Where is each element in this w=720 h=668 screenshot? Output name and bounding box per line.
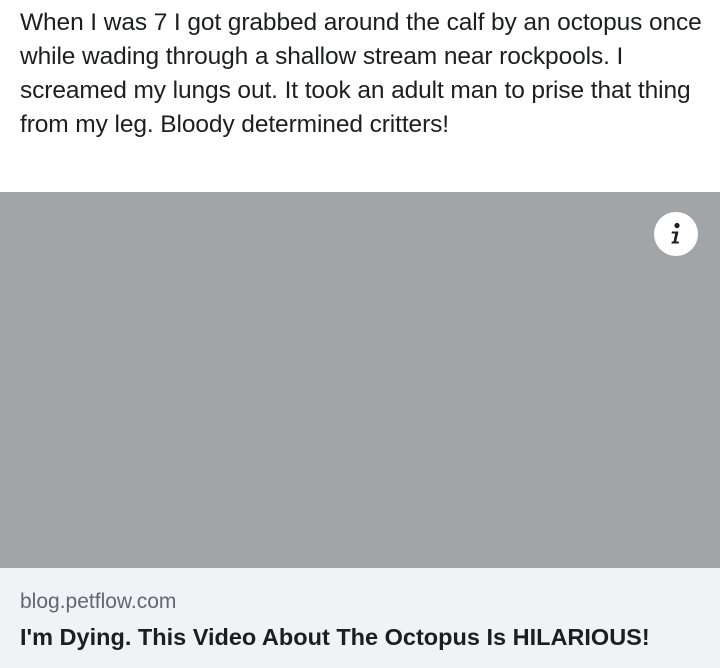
- comment-post: When I was 7 I got grabbed around the ca…: [0, 0, 720, 668]
- link-preview-card[interactable]: blog.petflow.com I'm Dying. This Video A…: [0, 192, 720, 668]
- info-button[interactable]: [654, 212, 698, 256]
- info-icon: [671, 222, 680, 244]
- post-text: When I was 7 I got grabbed around the ca…: [20, 9, 702, 138]
- link-preview-footer[interactable]: blog.petflow.com I'm Dying. This Video A…: [0, 568, 720, 668]
- link-preview-image[interactable]: [0, 192, 720, 568]
- link-title[interactable]: I'm Dying. This Video About The Octopus …: [20, 622, 715, 652]
- link-domain: blog.petflow.com: [20, 590, 177, 613]
